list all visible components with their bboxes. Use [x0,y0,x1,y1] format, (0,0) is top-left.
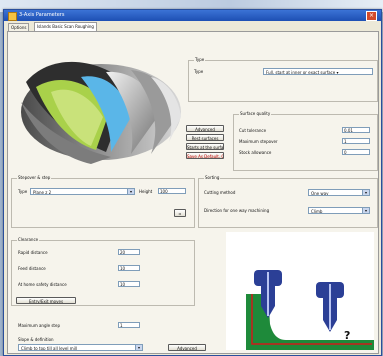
entry-exit-moves-button[interactable]: Entry/Exit moves [16,297,76,304]
max-stepover-label: Maximum stepover [239,139,278,144]
app-icon [8,12,17,21]
stepover-group [11,178,195,228]
slope-definition-value: Climb to top till all level mill [21,346,77,351]
expand-icon: ▫ [178,211,182,216]
max-stepover-input[interactable]: 1 [342,138,370,144]
cutting-method-select[interactable]: One way ▾ [308,189,370,196]
stepover-type-label: Type [18,189,28,194]
height-input[interactable]: 100 [158,188,186,194]
rest-surfaces-button[interactable]: Rest surfaces [186,134,224,141]
cutting-method-value: One way [311,191,329,196]
direction-value: Climb [311,209,323,214]
slope-definition-select[interactable]: Climb to top till all level mill ▾ [18,344,143,351]
home-safety-distance-input[interactable]: 10 [118,281,140,287]
stock-allowance-input[interactable]: 0 [342,149,370,155]
chevron-down-icon: ▾ [135,345,142,350]
parameters-dialog: 3-Axis Parameters × Options Islands Basi… [3,9,382,356]
tab-panel: Type Type Full, start at inner or exact … [7,31,379,354]
expand-button[interactable]: ▫ [174,209,186,217]
chevron-down-icon: ▾ [362,208,369,213]
max-angle-step-label: Maximum angle step [18,323,61,328]
window-title: 3-Axis Parameters [19,12,65,18]
title-bar[interactable]: 3-Axis Parameters × [4,10,381,21]
type-label: Type [194,69,204,74]
direction-label: Direction for one way machining [204,208,270,213]
close-button[interactable]: × [366,11,377,21]
advanced-button[interactable]: Advanced [186,125,224,132]
max-angle-step-input[interactable]: 1 [118,322,140,328]
rapid-distance-input[interactable]: 20 [118,249,140,255]
question-icon: ? [344,329,350,342]
cutting-method-label: Cutting method [204,190,236,195]
feed-distance-input[interactable]: 10 [118,265,140,271]
home-safety-distance-label: At home safety distance [18,282,67,287]
cut-tolerance-label: Cut tolerance [239,128,267,133]
sorting-legend: Sorting [204,175,221,180]
stepover-legend: Stepover & step [17,175,52,180]
surface-quality-legend: Surface quality [239,111,272,116]
sorting-group [198,178,378,228]
stepover-type-select[interactable]: Plane z 2 ▾ [30,188,135,195]
tool-illustration: ? [226,232,374,350]
save-as-default-button[interactable]: Save As Default, ON? [186,152,224,159]
chevron-down-icon: ▾ [362,190,369,195]
stepover-type-value: Plane z 2 [33,190,52,195]
height-label: Height [139,189,153,194]
type-select[interactable]: Full, start at inner or exact surface ▾ [263,68,373,75]
feed-distance-label: Feed distance [18,266,46,271]
cut-tolerance-input[interactable]: 0.01 [342,127,370,133]
rapid-distance-label: Rapid distance [18,250,48,255]
part-preview-image [21,61,181,164]
slope-advanced-button[interactable]: Advanced [168,344,206,351]
clearance-legend: Clearance [17,237,40,242]
type-select-value: Full, start at inner or exact surface ▾ [266,70,339,75]
type-group [188,60,378,102]
direction-select[interactable]: Climb ▾ [308,207,370,214]
type-group-legend: Type [194,57,206,62]
stock-allowance-label: Stock allowance [239,150,272,155]
slope-definition-label: Slope & definition [18,337,54,342]
starts-at-surfaces-button[interactable]: Starts at the surfaces [186,143,224,150]
chevron-down-icon: ▾ [127,189,134,194]
